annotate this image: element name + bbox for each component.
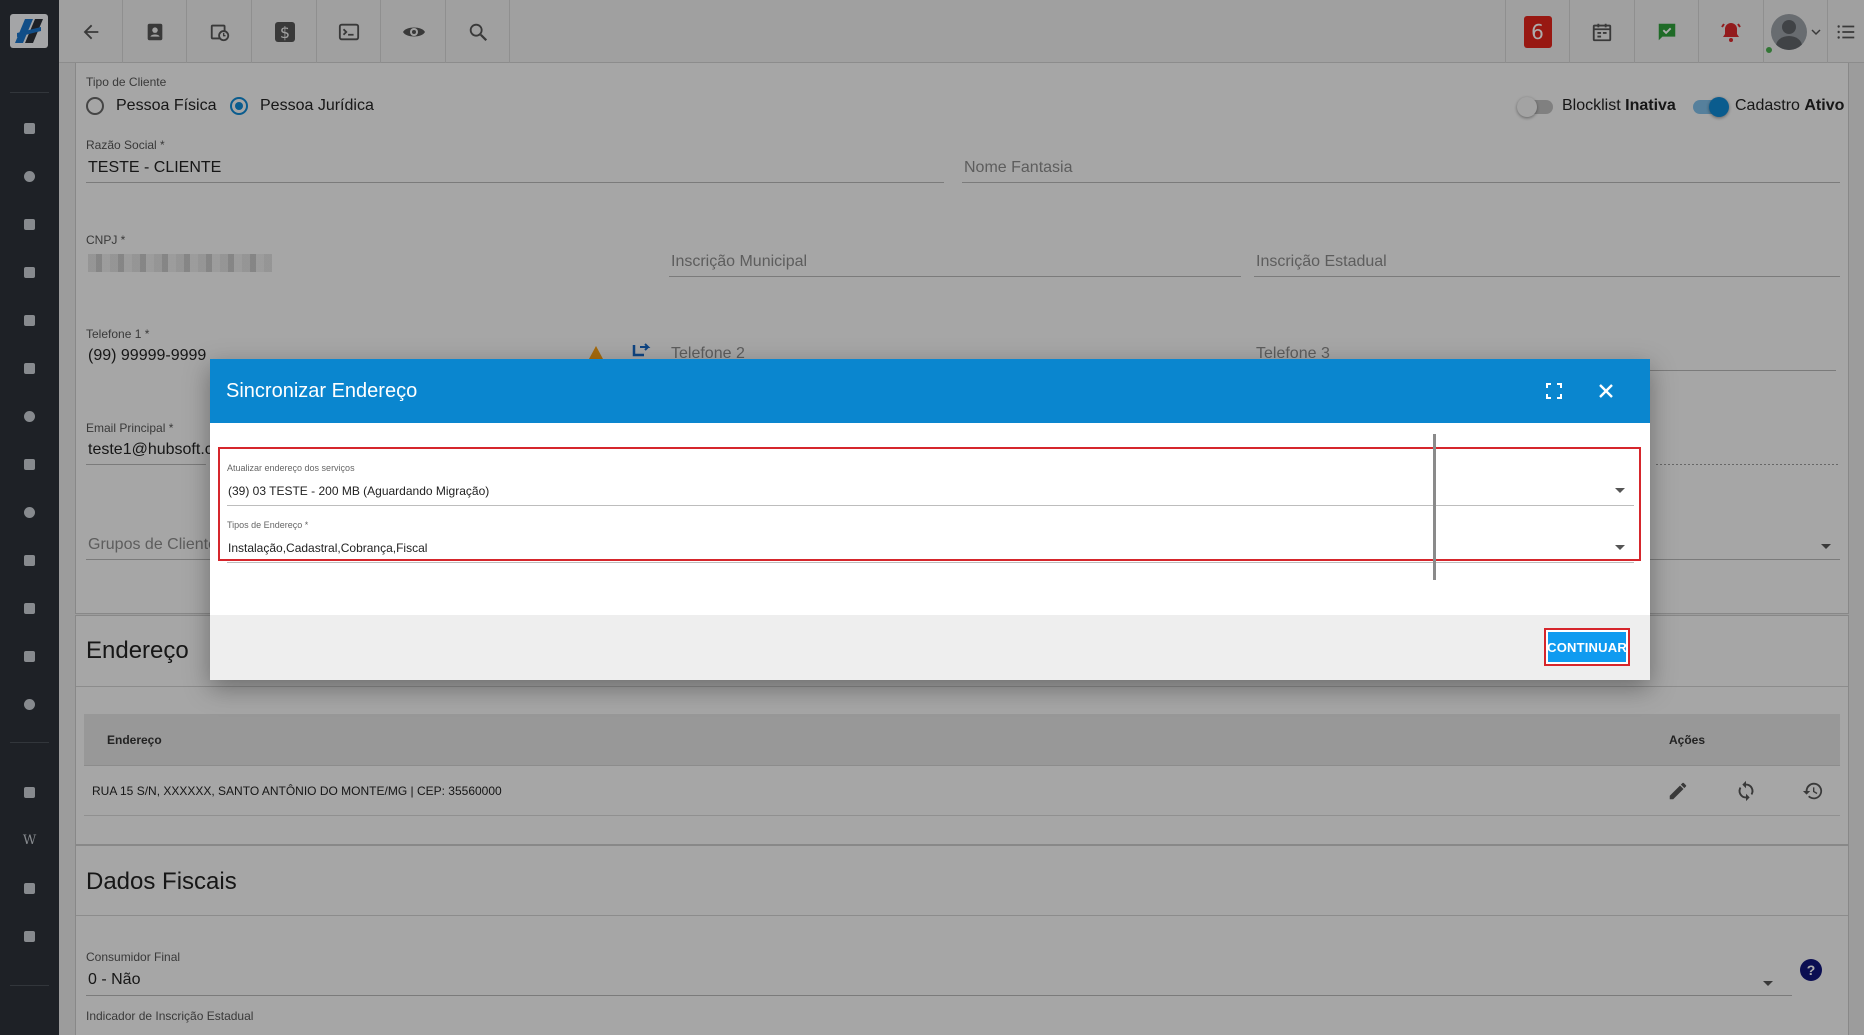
dialog-header: Sincronizar Endereço bbox=[210, 359, 1650, 423]
close-icon bbox=[1599, 384, 1613, 398]
close-dialog-button[interactable] bbox=[1592, 377, 1620, 405]
continuar-label: CONTINUAR bbox=[1547, 632, 1627, 662]
fullscreen-button[interactable] bbox=[1540, 377, 1568, 405]
field2-underline bbox=[227, 562, 1634, 563]
dialog-scrollbar[interactable] bbox=[1433, 434, 1436, 580]
tipos-endereco-select[interactable]: Instalação,Cadastral,Cobrança,Fiscal bbox=[228, 541, 427, 555]
atualizar-endereco-label: Atualizar endereço dos serviços bbox=[227, 463, 355, 473]
dialog-title: Sincronizar Endereço bbox=[226, 380, 418, 402]
field1-underline bbox=[227, 505, 1634, 506]
fullscreen-icon bbox=[1546, 383, 1562, 399]
dialog-footer: CONTINUAR bbox=[210, 615, 1650, 680]
continuar-button[interactable]: CONTINUAR bbox=[1544, 628, 1630, 666]
highlight-box bbox=[218, 447, 1641, 561]
tipos-endereco-label: Tipos de Endereço * bbox=[227, 520, 309, 530]
field2-caret-icon[interactable] bbox=[1615, 545, 1625, 550]
field1-caret-icon[interactable] bbox=[1615, 488, 1625, 493]
atualizar-endereco-select[interactable]: (39) 03 TESTE - 200 MB (Aguardando Migra… bbox=[228, 484, 489, 498]
